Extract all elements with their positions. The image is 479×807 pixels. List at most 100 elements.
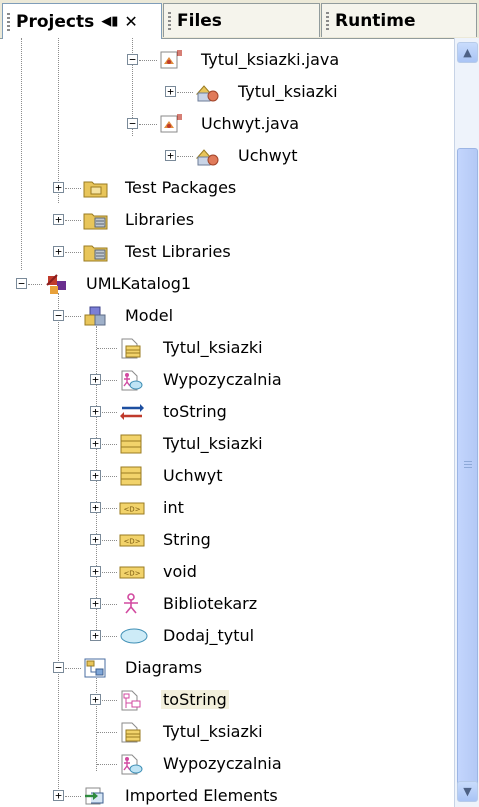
tree-node-tytul-ksiazki-diagram-2[interactable]: Tytul_ksiazki — [0, 717, 454, 747]
datatype-badge: <D> — [123, 538, 140, 546]
tree-node-wypozyczalnia[interactable]: + Wypozyczalnia — [0, 365, 454, 395]
tree-node-diagrams[interactable]: − Diagrams — [0, 653, 454, 683]
tree-node-wypozyczalnia-diagram[interactable]: Wypozyczalnia — [0, 749, 454, 779]
datatype-icon: <D> — [119, 529, 145, 551]
minimize-window-icon[interactable]: ◀▮ — [101, 14, 118, 29]
use-case-diagram-icon — [119, 369, 143, 391]
tab-grip-icon — [7, 12, 10, 31]
datatype-badge: <D> — [123, 570, 140, 578]
tree-node-label: UMLKatalog1 — [86, 274, 192, 293]
tree-node-libraries[interactable]: + Libraries — [0, 205, 454, 235]
collapse-toggle-icon[interactable]: − — [53, 310, 64, 321]
tree-node-test-packages[interactable]: + Test Packages — [0, 173, 454, 203]
expand-toggle-icon[interactable]: + — [165, 86, 176, 97]
tree-node-label: Uchwyt — [238, 146, 298, 165]
java-form-icon — [160, 113, 183, 135]
use-case-icon — [119, 625, 149, 647]
model-icon — [83, 305, 106, 327]
collapse-toggle-icon[interactable]: − — [16, 278, 27, 289]
class-diagram-icon — [119, 721, 141, 743]
tree-node-test-libraries[interactable]: + Test Libraries — [0, 237, 454, 267]
explorer-tab-strip: Projects ◀▮ ✕ Files Runtime — [0, 0, 479, 39]
scroll-down-button[interactable]: ▼ — [457, 781, 478, 802]
expand-toggle-icon[interactable]: + — [90, 598, 101, 609]
expand-toggle-icon[interactable]: + — [53, 790, 64, 801]
tree-node-label: Tytul_ksiazki — [163, 722, 263, 741]
expand-toggle-icon[interactable]: + — [90, 502, 101, 513]
scroll-up-button[interactable]: ▲ — [457, 42, 478, 63]
expand-toggle-icon[interactable]: + — [53, 246, 64, 257]
class-icon — [195, 81, 219, 103]
tree-node-label: Uchwyt.java — [201, 114, 300, 133]
tree-node-label: String — [163, 530, 211, 549]
tab-runtime[interactable]: Runtime — [321, 3, 477, 37]
tree-node-bibliotekarz[interactable]: + Bibliotekarz — [0, 589, 454, 619]
java-form-icon — [160, 49, 183, 71]
tree-node-int[interactable]: + <D> int — [0, 493, 454, 523]
expand-toggle-icon[interactable]: + — [90, 470, 101, 481]
tree-node-label: Bibliotekarz — [163, 594, 258, 613]
expand-toggle-icon[interactable]: + — [90, 630, 101, 641]
tab-files-label: Files — [177, 10, 222, 31]
expand-toggle-icon[interactable]: + — [53, 214, 64, 225]
tree-node-model[interactable]: − Model — [0, 301, 454, 331]
expand-toggle-icon[interactable]: + — [90, 534, 101, 545]
operation-arrows-icon — [119, 401, 144, 423]
diagrams-folder-icon — [83, 657, 106, 679]
tree-node-label: toString — [163, 402, 227, 421]
datatype-badge: <D> — [123, 506, 140, 514]
uml-class-icon — [119, 465, 142, 487]
tab-projects-label: Projects — [16, 11, 95, 32]
collapse-toggle-icon[interactable]: − — [127, 54, 138, 65]
library-folder-icon — [83, 241, 108, 263]
datatype-icon: <D> — [119, 497, 145, 519]
expand-toggle-icon[interactable]: + — [53, 182, 64, 193]
tree-node-uchwyt-class[interactable]: + Uchwyt — [0, 141, 454, 171]
close-icon[interactable]: ✕ — [124, 12, 137, 31]
actor-icon — [119, 593, 141, 615]
tab-runtime-label: Runtime — [335, 10, 416, 31]
datatype-icon: <D> — [119, 561, 145, 583]
tree-node-label: Wypozyczalnia — [163, 754, 282, 773]
tree-node-void[interactable]: + <D> void — [0, 557, 454, 587]
expand-toggle-icon[interactable]: + — [90, 694, 101, 705]
tree-node-uchwyt-uml-class[interactable]: + Uchwyt — [0, 461, 454, 491]
tree-node-tostring[interactable]: + toString — [0, 397, 454, 427]
tab-grip-icon — [168, 11, 171, 30]
collapse-toggle-icon[interactable]: − — [53, 662, 64, 673]
tree-node-tytul-ksiazki-uml-class[interactable]: + Tytul_ksiazki — [0, 429, 454, 459]
tab-files[interactable]: Files — [163, 3, 320, 37]
vertical-scrollbar[interactable]: ▲ ▼ — [454, 38, 479, 807]
tab-grip-icon — [326, 11, 329, 30]
tree-node-tytul-ksiazki-java[interactable]: − Tytul_ksiazki.java — [0, 45, 454, 75]
tree-node-umlkatalog1[interactable]: − UMLKatalog1 — [0, 269, 454, 299]
tree-node-label: Tytul_ksiazki — [238, 82, 338, 101]
tree-node-imported-elements[interactable]: + Imported Elements — [0, 781, 454, 807]
tree-node-label: toString — [161, 690, 229, 709]
tree-node-uchwyt-java[interactable]: − Uchwyt.java — [0, 109, 454, 139]
tree-node-tytul-ksiazki-diagram[interactable]: Tytul_ksiazki — [0, 333, 454, 363]
tree-node-label: Libraries — [125, 210, 195, 229]
tree-node-label: Tytul_ksiazki — [163, 338, 263, 357]
scrollbar-thumb[interactable] — [457, 148, 478, 788]
tab-projects[interactable]: Projects ◀▮ ✕ — [2, 3, 162, 39]
uml-project-icon — [45, 273, 67, 295]
tree-node-label: Test Packages — [125, 178, 237, 197]
collapse-toggle-icon[interactable]: − — [127, 118, 138, 129]
class-diagram-icon — [119, 337, 141, 359]
tree-node-string[interactable]: + <D> String — [0, 525, 454, 555]
tree-node-tostring-diagram[interactable]: + toString — [0, 685, 454, 715]
expand-toggle-icon[interactable]: + — [90, 406, 101, 417]
class-icon — [195, 145, 219, 167]
tree-node-label: Wypozyczalnia — [163, 370, 282, 389]
tree-node-label: int — [163, 498, 184, 517]
uml-class-icon — [119, 433, 142, 455]
tree-node-dodaj-tytul[interactable]: + Dodaj_tytul — [0, 621, 454, 651]
project-tree[interactable]: − Tytul_ksiazki.java + Tytul_ksiazki − U… — [0, 38, 454, 807]
tree-node-tytul-ksiazki-class[interactable]: + Tytul_ksiazki — [0, 77, 454, 107]
tree-node-label: Diagrams — [125, 658, 203, 677]
expand-toggle-icon[interactable]: + — [90, 438, 101, 449]
expand-toggle-icon[interactable]: + — [90, 566, 101, 577]
expand-toggle-icon[interactable]: + — [165, 150, 176, 161]
expand-toggle-icon[interactable]: + — [90, 374, 101, 385]
